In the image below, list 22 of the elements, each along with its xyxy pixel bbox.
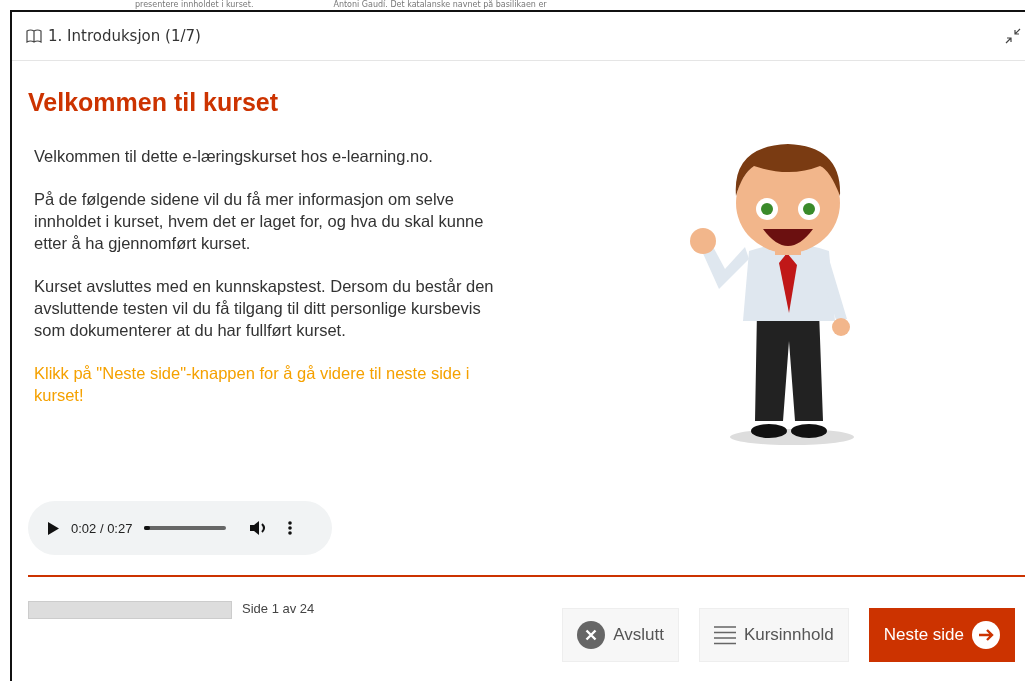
- close-icon: [577, 621, 606, 649]
- page-heading: Velkommen til kurset: [28, 88, 280, 117]
- audio-time: 0:02 / 0:27: [71, 520, 133, 536]
- contents-button[interactable]: Kursinnhold: [698, 608, 849, 662]
- instruction-text: Klikk på "Neste side"-knappen for å gå videre til neste side i kurset!: [34, 363, 471, 406]
- page-counter: Side 1 av 24: [242, 601, 315, 616]
- audio-seek-bar[interactable]: [144, 526, 227, 530]
- minimize-icon[interactable]: [1005, 28, 1021, 44]
- background-text: Antoni Gaudí. Det katalanske navnet på basilikaen er: [333, 0, 547, 10]
- window-title: 1. Introduksjon (1/7): [48, 27, 201, 45]
- background-text: presentere innholdet i kurset.: [135, 0, 254, 10]
- arrow-right-icon: [972, 621, 1000, 649]
- paragraph: Kurset avsluttes med en kunnskapstest. Dersom du består den avsluttende testen vil du få tilgang til ditt personlige kursbevis som dokumenterer at du har fullført kurset.: [34, 276, 495, 341]
- paragraph: På de følgende sidene vil du få mer informasjon om selve innholdet i kurset, hvem det er laget for, og hva du skal kunne etter å ha gjennomført kurset.: [34, 189, 485, 254]
- more-options-icon[interactable]: [288, 521, 293, 535]
- play-icon[interactable]: [48, 521, 59, 535]
- audio-player[interactable]: 0:02 / 0:27: [28, 501, 332, 555]
- menu-icon: [713, 625, 736, 645]
- paragraph: Velkommen til dette e-læringskurset hos e-learning.no.: [34, 146, 434, 167]
- exit-button[interactable]: Avslutt: [562, 608, 679, 662]
- book-icon: [26, 29, 42, 43]
- next-page-button[interactable]: Neste side: [868, 608, 1015, 662]
